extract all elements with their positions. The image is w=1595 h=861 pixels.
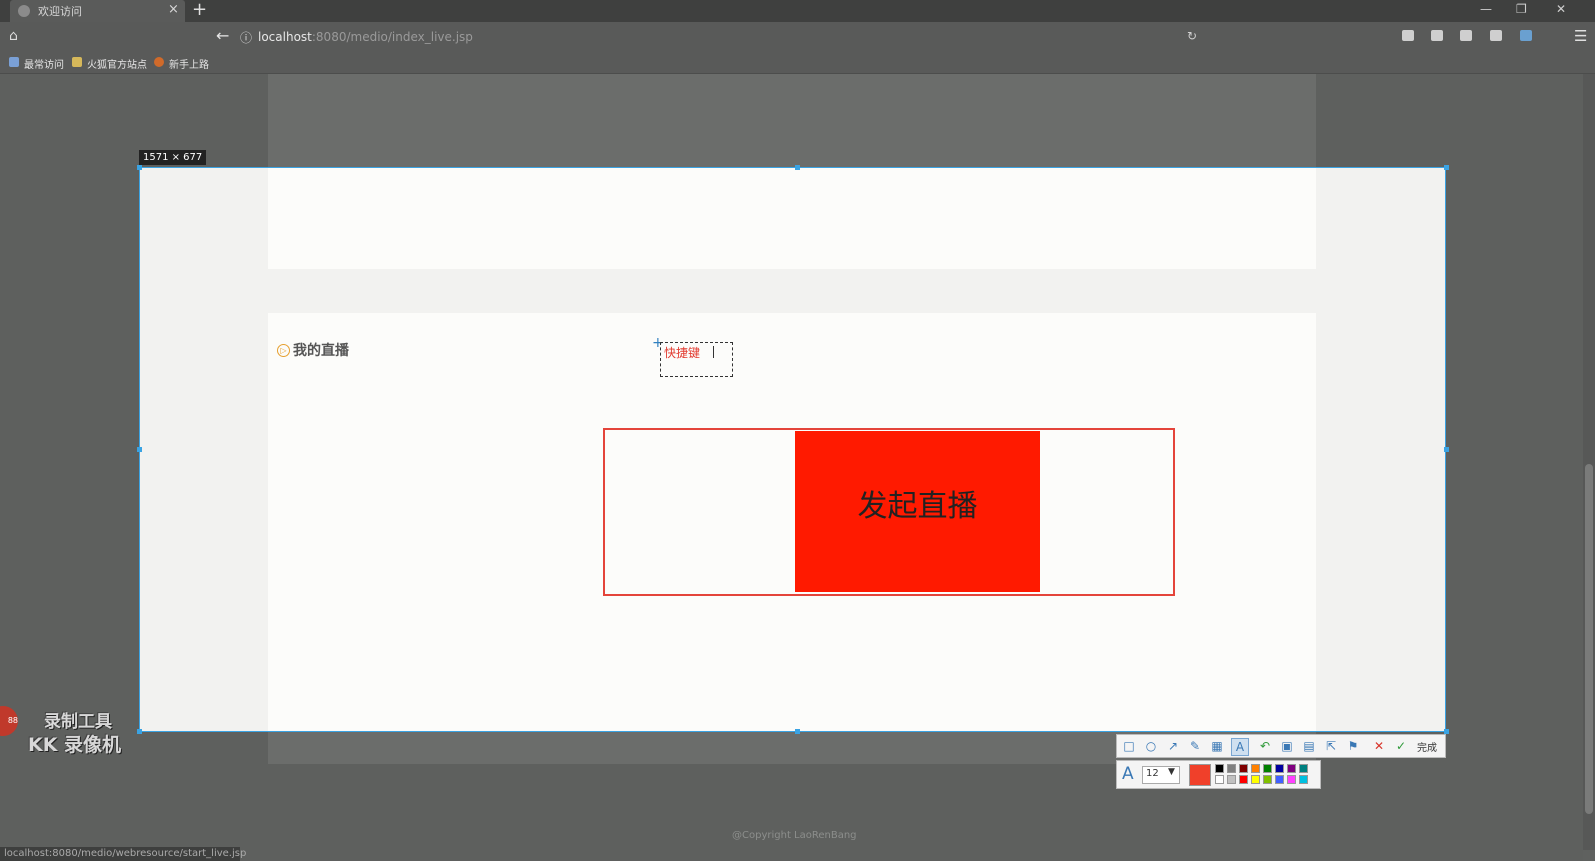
tab-bar: 欢迎访问 × + — ❐ ✕ — [0, 0, 1595, 22]
arrow-tool-icon[interactable]: ↗ — [1165, 738, 1181, 754]
copyright-text: @Copyright LaoRenBang — [732, 830, 857, 841]
header-panel — [268, 168, 1316, 269]
chevron-down-icon: ▼ — [1168, 767, 1175, 777]
resize-handle-e[interactable] — [1444, 447, 1449, 452]
mosaic-tool-icon[interactable]: ▦ — [1209, 738, 1225, 754]
color-swatch[interactable] — [1215, 775, 1224, 784]
font-size-select[interactable]: 12 ▼ — [1142, 766, 1180, 784]
pen-tool-icon[interactable]: ✎ — [1187, 738, 1203, 754]
live-icon: ▷ — [277, 344, 290, 357]
color-swatch[interactable] — [1251, 775, 1260, 784]
done-button[interactable]: 完成 — [1417, 739, 1437, 754]
color-swatch[interactable] — [1215, 764, 1224, 773]
color-palette — [1215, 764, 1315, 786]
browser-tab[interactable]: 欢迎访问 × — [10, 0, 185, 22]
tab-title: 欢迎访问 — [38, 5, 82, 18]
resize-handle-ne[interactable] — [1444, 165, 1449, 170]
font-icon: A — [1122, 764, 1134, 784]
annotation-toolbar: □ ○ ↗ ✎ ▦ A ↶ ▣ ▤ ⇱ ⚑ ✕ ✓ 完成 — [1116, 734, 1446, 758]
color-swatch[interactable] — [1239, 764, 1248, 773]
share-icon[interactable]: ⇱ — [1323, 738, 1339, 754]
color-swatch[interactable] — [1263, 775, 1272, 784]
rectangle-tool-icon[interactable]: □ — [1121, 738, 1137, 754]
resize-handle-s[interactable] — [795, 729, 800, 734]
color-swatch[interactable] — [1227, 764, 1236, 773]
resize-handle-w[interactable] — [137, 447, 142, 452]
back-arrow-icon[interactable]: ← — [216, 26, 229, 45]
globe-icon — [18, 5, 30, 17]
color-swatch[interactable] — [1227, 775, 1236, 784]
resize-handle-n[interactable] — [795, 165, 800, 170]
recorder-badge: 88 — [0, 706, 18, 736]
undo-icon[interactable]: ↶ — [1257, 738, 1273, 754]
status-url: localhost:8080/medio/webresource/start_l… — [4, 848, 247, 859]
save-icon[interactable]: ▣ — [1279, 738, 1295, 754]
download-icon[interactable] — [1402, 30, 1414, 41]
chat-icon[interactable] — [1460, 30, 1472, 41]
ellipse-tool-icon[interactable]: ○ — [1143, 738, 1159, 754]
nav-bar: ⌂ ← ⓘ localhost:8080/medio/index_live.js… — [0, 22, 1595, 53]
color-swatch[interactable] — [1275, 764, 1284, 773]
close-window-button[interactable]: ✕ — [1556, 2, 1566, 16]
color-swatch[interactable] — [1263, 764, 1272, 773]
color-swatch[interactable] — [1287, 775, 1296, 784]
scrollbar-thumb[interactable] — [1585, 464, 1593, 814]
color-swatch[interactable] — [1251, 764, 1260, 773]
text-options-bar: A 12 ▼ — [1116, 760, 1321, 789]
bookmark-getting-started[interactable]: 新手上路 — [169, 56, 209, 71]
start-live-button[interactable]: 发起直播 — [795, 431, 1040, 592]
color-swatch[interactable] — [1287, 764, 1296, 773]
highlight-rectangle: 发起直播 — [603, 428, 1175, 596]
cancel-icon[interactable]: ✕ — [1371, 738, 1387, 754]
text-tool-icon[interactable]: A — [1231, 738, 1249, 756]
bookmarks-bar: 最常访问 火狐官方站点 新手上路 — [0, 53, 1595, 74]
bookmark-icon — [9, 57, 19, 67]
menu-icon[interactable]: ☰ — [1574, 27, 1587, 45]
text-caret — [713, 346, 714, 358]
bookmark-most-visited[interactable]: 最常访问 — [24, 56, 64, 71]
home-icon[interactable]: ⌂ — [9, 28, 18, 44]
section-title: 我的直播 — [293, 343, 349, 359]
firefox-icon — [154, 57, 164, 67]
status-bar: localhost:8080/medio/webresource/start_l… — [0, 847, 246, 861]
capture-selection[interactable]: ▷ 我的直播 + 快捷键 发起直播 — [139, 167, 1446, 732]
screenshot-icon[interactable] — [1490, 30, 1502, 41]
color-swatch[interactable] — [1239, 775, 1248, 784]
pin-icon[interactable]: ⚑ — [1345, 738, 1361, 754]
resize-handle-nw[interactable] — [137, 165, 142, 170]
annotation-text-box[interactable]: 快捷键 — [660, 342, 733, 377]
info-icon[interactable]: ⓘ — [240, 29, 252, 46]
color-swatch[interactable] — [1275, 775, 1284, 784]
current-color-swatch[interactable] — [1189, 764, 1211, 786]
folder-icon — [72, 57, 82, 67]
confirm-icon[interactable]: ✓ — [1393, 738, 1409, 754]
close-tab-icon[interactable]: × — [168, 2, 179, 17]
url-text: localhost:8080/medio/index_live.jsp — [258, 30, 473, 44]
bookmark-firefox-site[interactable]: 火狐官方站点 — [87, 56, 147, 71]
reload-icon[interactable]: ↻ — [1187, 29, 1197, 43]
font-size-value: 12 — [1146, 768, 1159, 779]
copy-icon[interactable]: ▤ — [1301, 738, 1317, 754]
annotation-text: 快捷键 — [664, 346, 701, 360]
vertical-scrollbar[interactable] — [1583, 74, 1595, 850]
new-tab-button[interactable]: + — [192, 0, 207, 20]
resize-handle-sw[interactable] — [137, 729, 142, 734]
live-panel: ▷ 我的直播 + 快捷键 发起直播 — [268, 313, 1316, 731]
color-swatch[interactable] — [1299, 764, 1308, 773]
watermark-line2: KK 录像机 — [28, 734, 122, 756]
color-swatch[interactable] — [1299, 775, 1308, 784]
library-icon[interactable] — [1431, 30, 1443, 41]
minimize-button[interactable]: — — [1480, 2, 1492, 16]
extension-icon[interactable] — [1520, 30, 1532, 41]
watermark-line1: 录制工具 — [44, 712, 112, 732]
selection-size-label: 1571 × 677 — [139, 150, 207, 165]
url-bar[interactable]: ⓘ localhost:8080/medio/index_live.jsp ↻ — [232, 26, 1212, 48]
restore-button[interactable]: ❐ — [1516, 2, 1527, 16]
